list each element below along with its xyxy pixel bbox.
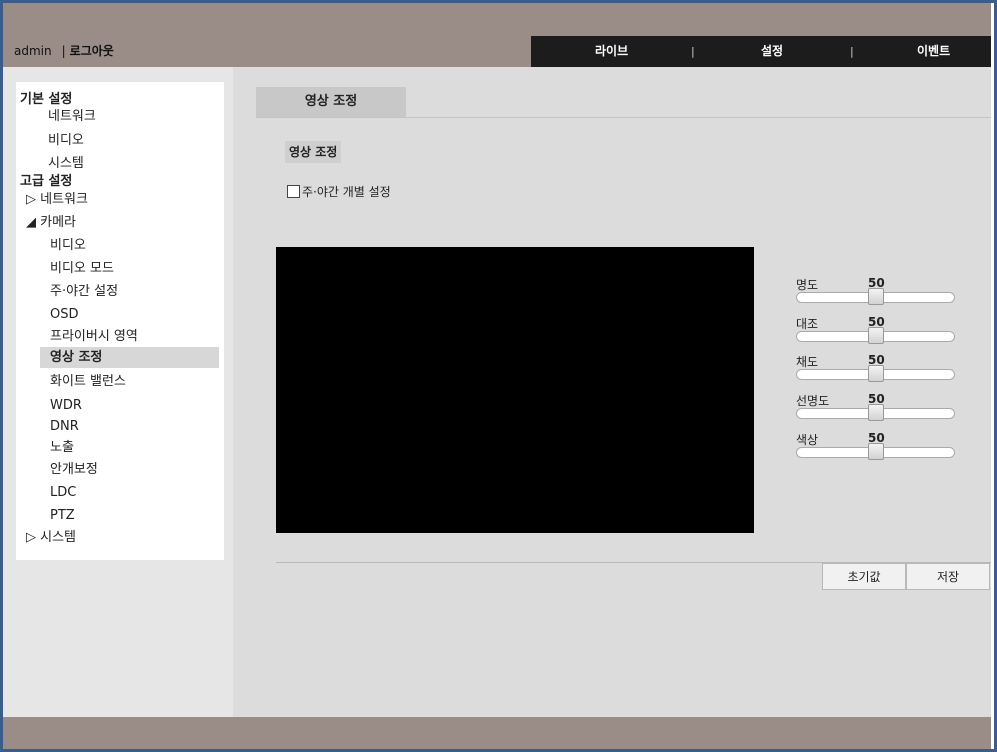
checkbox-label: 주·야간 개별 설정 bbox=[302, 184, 391, 199]
sidebar-item-video[interactable]: 비디오 bbox=[48, 130, 84, 151]
contrast-slider: 대조 50 bbox=[796, 315, 956, 351]
sidebar-item-image-adjust[interactable]: 영상 조정 bbox=[40, 347, 219, 368]
save-button[interactable]: 저장 bbox=[906, 563, 990, 590]
sidebar-item-wdr[interactable]: WDR bbox=[50, 395, 82, 416]
slider-label: 채도 bbox=[796, 355, 819, 369]
sidebar-item-ptz[interactable]: PTZ bbox=[50, 505, 75, 526]
slider-thumb[interactable] bbox=[868, 288, 884, 305]
sidebar-item-video-mode[interactable]: 비디오 모드 bbox=[50, 258, 114, 279]
slider-thumb[interactable] bbox=[868, 443, 884, 460]
sidebar-item-white-balance[interactable]: 화이트 밸런스 bbox=[50, 371, 126, 392]
tab-image-adjust[interactable]: 영상 조정 bbox=[256, 87, 406, 117]
user-area: admin | 로그아웃 bbox=[14, 42, 114, 59]
saturation-slider: 채도 50 bbox=[796, 353, 956, 389]
user-separator: | bbox=[61, 44, 66, 58]
sidebar-item-defog[interactable]: 안개보정 bbox=[50, 459, 98, 480]
sidebar: 기본 설정 네트워크 비디오 시스템 고급 설정 ▷ 네트워크 ◢ 카메라 비디… bbox=[16, 82, 224, 560]
slider-label: 색상 bbox=[796, 433, 819, 447]
section-title: 영상 조정 bbox=[285, 141, 342, 163]
slider-thumb[interactable] bbox=[868, 365, 884, 382]
nav-separator: | bbox=[850, 45, 854, 58]
sidebar-item-exposure[interactable]: 노출 bbox=[50, 437, 74, 458]
checkbox-box[interactable] bbox=[287, 184, 300, 198]
day-night-separate-checkbox[interactable]: 주·야간 개별 설정 bbox=[287, 182, 391, 200]
main-panel: 영상 조정 영상 조정 주·야간 개별 설정 명도 50 대조 50 채도 50… bbox=[233, 67, 991, 717]
video-preview bbox=[276, 247, 754, 533]
reset-button[interactable]: 초기값 bbox=[822, 563, 906, 590]
main-nav: 라이브 | 설정 | 이벤트 bbox=[531, 36, 991, 67]
footer-bar bbox=[3, 717, 991, 749]
sidebar-item-network[interactable]: 네트워크 bbox=[48, 106, 96, 127]
sharpness-slider: 선명도 50 bbox=[796, 392, 956, 428]
username: admin bbox=[14, 44, 52, 58]
sidebar-item-adv-network[interactable]: ▷ 네트워크 bbox=[26, 189, 88, 210]
slider-label: 대조 bbox=[796, 317, 819, 331]
tab-divider bbox=[256, 117, 991, 118]
nav-live[interactable]: 라이브 bbox=[595, 36, 628, 67]
slider-label: 명도 bbox=[796, 278, 819, 292]
sidebar-item-osd[interactable]: OSD bbox=[50, 304, 79, 325]
slider-thumb[interactable] bbox=[868, 327, 884, 344]
sidebar-item-day-night[interactable]: 주·야간 설정 bbox=[50, 281, 118, 302]
slider-thumb[interactable] bbox=[868, 404, 884, 421]
sidebar-item-ldc[interactable]: LDC bbox=[50, 482, 76, 503]
logout-link[interactable]: 로그아웃 bbox=[70, 44, 114, 58]
sidebar-item-camera-video[interactable]: 비디오 bbox=[50, 235, 86, 256]
slider-label: 선명도 bbox=[796, 394, 830, 408]
sidebar-item-dnr[interactable]: DNR bbox=[50, 416, 79, 437]
nav-settings[interactable]: 설정 bbox=[761, 36, 783, 67]
nav-event[interactable]: 이벤트 bbox=[917, 36, 950, 67]
sidebar-item-adv-system[interactable]: ▷ 시스템 bbox=[26, 527, 76, 548]
brightness-slider: 명도 50 bbox=[796, 276, 956, 312]
nav-separator: | bbox=[691, 45, 695, 58]
hue-slider: 색상 50 bbox=[796, 431, 956, 467]
sidebar-item-privacy[interactable]: 프라이버시 영역 bbox=[50, 326, 138, 347]
sidebar-item-camera[interactable]: ◢ 카메라 bbox=[26, 212, 76, 233]
